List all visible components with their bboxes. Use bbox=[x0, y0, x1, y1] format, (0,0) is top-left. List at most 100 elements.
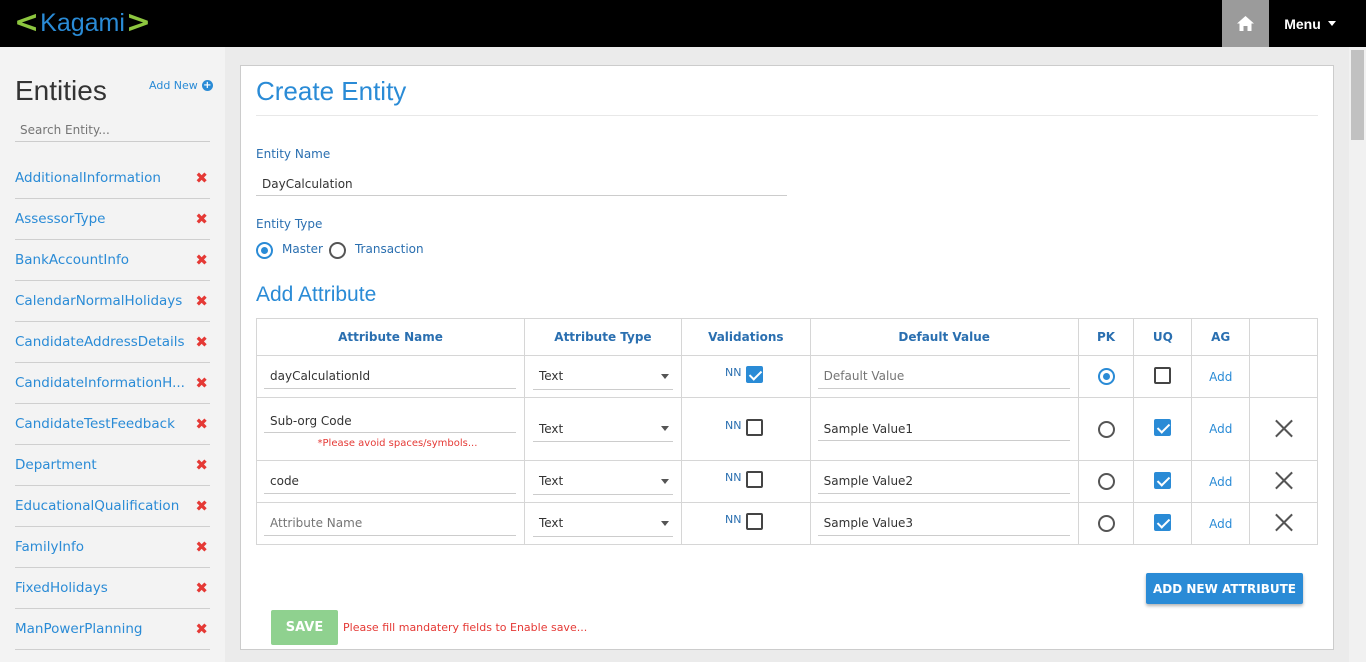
save-button[interactable]: SAVE bbox=[271, 610, 338, 645]
attributes-table: Attribute Name Attribute Type Validation… bbox=[256, 318, 1318, 545]
attribute-name-input[interactable] bbox=[264, 409, 516, 433]
default-value-input[interactable] bbox=[817, 511, 1070, 536]
remove-row-x-icon[interactable] bbox=[1274, 418, 1294, 438]
delete-x-icon[interactable]: ✖ bbox=[195, 579, 208, 597]
sidebar-entity-item[interactable]: FamilyInfo ✖ bbox=[15, 527, 210, 568]
nn-checkbox[interactable] bbox=[745, 513, 763, 530]
delete-x-icon[interactable]: ✖ bbox=[195, 456, 208, 474]
scrollbar-thumb[interactable] bbox=[1351, 50, 1364, 140]
delete-x-icon[interactable]: ✖ bbox=[195, 620, 208, 638]
attribute-name-input[interactable] bbox=[264, 364, 516, 389]
kagami-logo[interactable]: < Kagami > bbox=[14, 6, 151, 40]
delete-x-icon[interactable]: ✖ bbox=[195, 210, 208, 228]
entity-item-label[interactable]: Department bbox=[15, 457, 97, 473]
entity-item-label[interactable]: CalendarNormalHolidays bbox=[15, 293, 182, 309]
nn-checkbox[interactable] bbox=[745, 471, 763, 488]
entity-item-label[interactable]: EducationalQualification bbox=[15, 498, 179, 514]
ag-add-link[interactable]: Add bbox=[1209, 475, 1232, 489]
cell-default-value bbox=[809, 460, 1079, 503]
attribute-type-select[interactable]: Text bbox=[532, 416, 673, 442]
uq-checkbox[interactable] bbox=[1154, 513, 1172, 531]
nn-validation[interactable]: NN bbox=[682, 513, 810, 530]
attribute-name-warning: *Please avoid spaces/symbols... bbox=[317, 438, 478, 449]
entity-item-label[interactable]: CandidateTestFeedback bbox=[15, 416, 175, 432]
cell-uq bbox=[1133, 397, 1193, 461]
pk-radio[interactable] bbox=[1097, 473, 1115, 490]
delete-x-icon[interactable]: ✖ bbox=[195, 374, 208, 392]
radio-master[interactable]: Master bbox=[256, 242, 323, 259]
sidebar-entity-item[interactable]: EducationalQualification ✖ bbox=[15, 486, 210, 527]
add-new-entity-link[interactable]: Add New + bbox=[149, 79, 213, 92]
cell-pk bbox=[1077, 355, 1135, 398]
cell-validations: NN bbox=[680, 460, 811, 503]
pk-radio[interactable] bbox=[1097, 368, 1115, 385]
attribute-type-select[interactable]: Text bbox=[532, 469, 673, 495]
attribute-name-input[interactable] bbox=[264, 469, 516, 494]
page-title: Create Entity bbox=[256, 76, 407, 106]
sidebar-entity-item[interactable]: Department ✖ bbox=[15, 445, 210, 486]
delete-x-icon[interactable]: ✖ bbox=[195, 415, 208, 433]
col-header-attribute-type: Attribute Type bbox=[523, 318, 682, 356]
delete-x-icon[interactable]: ✖ bbox=[195, 169, 208, 187]
ag-add-link[interactable]: Add bbox=[1209, 370, 1232, 384]
entity-item-label[interactable]: CandidateInformationH... bbox=[15, 375, 185, 391]
delete-x-icon[interactable]: ✖ bbox=[195, 251, 208, 269]
nn-validation[interactable]: NN bbox=[682, 418, 810, 436]
entity-item-label[interactable]: BankAccountInfo bbox=[15, 252, 129, 268]
add-new-attribute-button[interactable]: ADD NEW ATTRIBUTE bbox=[1146, 573, 1303, 604]
radio-transaction-circle[interactable] bbox=[328, 242, 346, 259]
home-button[interactable] bbox=[1222, 0, 1269, 47]
uq-checkbox[interactable] bbox=[1154, 366, 1172, 384]
attribute-name-input[interactable] bbox=[264, 511, 516, 536]
col-header-validations: Validations bbox=[680, 318, 811, 356]
entity-item-label[interactable]: ManPowerPlanning bbox=[15, 621, 142, 637]
entity-item-label[interactable]: CandidateAddressDetails bbox=[15, 334, 185, 350]
menu-label: Menu bbox=[1284, 15, 1321, 32]
delete-x-icon[interactable]: ✖ bbox=[195, 333, 208, 351]
search-entity-input[interactable] bbox=[15, 118, 210, 142]
delete-x-icon[interactable]: ✖ bbox=[195, 292, 208, 310]
entity-item-label[interactable]: AssessorType bbox=[15, 211, 106, 227]
page-scrollbar[interactable] bbox=[1349, 47, 1366, 662]
entity-item-label[interactable]: FixedHolidays bbox=[15, 580, 108, 596]
sidebar-entity-item[interactable]: CandidateAddressDetails ✖ bbox=[15, 322, 210, 363]
logo-text: Kagami bbox=[40, 9, 125, 37]
sidebar-entity-item[interactable]: AssessorType ✖ bbox=[15, 199, 210, 240]
menu-dropdown-button[interactable]: Menu bbox=[1270, 0, 1350, 47]
sidebar-entity-item[interactable]: CandidateInformationH... ✖ bbox=[15, 363, 210, 404]
entity-item-label[interactable]: AdditionalInformation bbox=[15, 170, 161, 186]
nn-checkbox[interactable] bbox=[745, 366, 763, 383]
attribute-type-value: Text bbox=[538, 474, 564, 488]
pk-radio[interactable] bbox=[1097, 420, 1115, 438]
sidebar-entity-item[interactable]: BankAccountInfo ✖ bbox=[15, 240, 210, 281]
default-value-input[interactable] bbox=[817, 364, 1070, 389]
radio-master-circle[interactable] bbox=[256, 242, 273, 259]
delete-x-icon[interactable]: ✖ bbox=[195, 497, 208, 515]
attribute-type-select[interactable]: Text bbox=[532, 364, 673, 390]
sidebar-entity-item[interactable]: CandidateTestFeedback ✖ bbox=[15, 404, 210, 445]
sidebar-entity-item[interactable]: FixedHolidays ✖ bbox=[15, 568, 210, 609]
table-header-row: Attribute Name Attribute Type Validation… bbox=[256, 318, 1318, 356]
attribute-type-select[interactable]: Text bbox=[532, 511, 673, 537]
nn-checkbox[interactable] bbox=[745, 418, 763, 436]
remove-row-x-icon[interactable] bbox=[1274, 512, 1294, 532]
delete-x-icon[interactable]: ✖ bbox=[195, 538, 208, 556]
entity-item-label[interactable]: FamilyInfo bbox=[15, 539, 84, 555]
sidebar-entity-item[interactable]: CalendarNormalHolidays ✖ bbox=[15, 281, 210, 322]
remove-row-x-icon[interactable] bbox=[1274, 470, 1294, 490]
cell-attribute-type: Text bbox=[523, 460, 682, 503]
uq-checkbox[interactable] bbox=[1154, 471, 1172, 489]
entity-name-input[interactable] bbox=[256, 172, 787, 196]
sidebar-entity-item[interactable]: ManPowerPlanning ✖ bbox=[15, 609, 210, 650]
default-value-input[interactable] bbox=[817, 417, 1070, 441]
sidebar-entity-item[interactable]: AdditionalInformation ✖ bbox=[15, 158, 210, 199]
uq-checkbox[interactable] bbox=[1154, 419, 1172, 436]
default-value-input[interactable] bbox=[817, 469, 1070, 494]
nn-validation[interactable]: NN bbox=[682, 366, 810, 383]
pk-radio[interactable] bbox=[1097, 515, 1115, 532]
ag-add-link[interactable]: Add bbox=[1209, 517, 1232, 531]
nn-validation[interactable]: NN bbox=[682, 471, 810, 488]
radio-transaction[interactable]: Transaction bbox=[328, 242, 424, 259]
ag-add-link[interactable]: Add bbox=[1209, 422, 1232, 436]
col-header-default-value: Default Value bbox=[809, 318, 1079, 356]
